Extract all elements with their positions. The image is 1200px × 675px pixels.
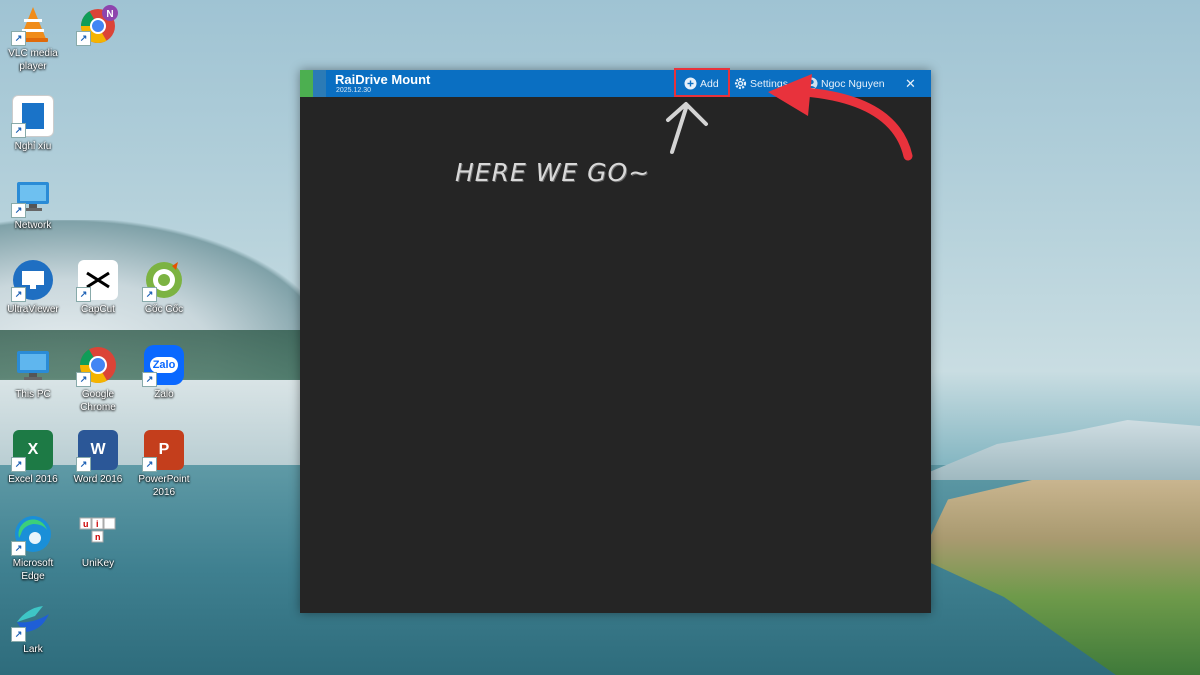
desktop-icon-label: Word 2016 [73,474,123,485]
shortcut-arrow-icon: ↗ [142,287,157,302]
document-icon: ↗ [11,95,54,138]
svg-text:N: N [106,9,113,20]
desktop-icon-unikey[interactable]: uin UniKey [67,514,129,570]
gear-icon [734,77,747,90]
excel-icon: X ↗ [11,430,53,472]
shortcut-arrow-icon: ↗ [11,627,26,642]
desktop-icon-label: CapCut [81,304,115,315]
desktop-icon-label: Nghỉ xíu [14,141,52,152]
version-label: 2025.12.30 [336,87,372,94]
window-title: RaiDrive Mount [335,72,431,87]
desktop-icon-coccoc[interactable]: ↗ Cốc Cốc [133,260,195,316]
ultraviewer-icon: ↗ [11,260,53,302]
annotation-text: HERE WE GO~ [455,158,651,187]
shortcut-arrow-icon: ↗ [76,31,91,46]
desktop-icon-capcut[interactable]: ↗ CapCut [67,260,129,316]
shortcut-arrow-icon: ↗ [11,31,26,46]
desktop-icon-lark[interactable]: ↗ Lark [2,600,64,656]
wallpaper-mountain [910,420,1200,480]
shortcut-arrow-icon: ↗ [142,457,157,472]
svg-text:i: i [96,519,99,529]
shortcut-arrow-icon: ↗ [11,457,26,472]
desktop-icon-label: This PC [15,389,51,400]
close-icon: ✕ [905,75,916,91]
this-pc-icon [13,345,53,385]
raidrive-logo-icon [300,70,313,97]
close-button[interactable]: ✕ [905,75,916,92]
settings-button[interactable]: Settings [734,75,788,92]
desktop-icon-label: Microsoft Edge [12,558,54,582]
desktop-icon-excel[interactable]: X ↗ Excel 2016 [2,430,64,486]
desktop-icon-label: VLC media player [8,48,58,72]
shortcut-arrow-icon: ↗ [11,541,26,556]
network-icon: ↗ [11,176,53,218]
desktop-icon-label: Cốc Cốc [144,304,184,315]
desktop-icon-powerpoint[interactable]: P ↗ PowerPoint 2016 [133,430,195,499]
title-bar[interactable]: RaiDrive Mount 2025.12.30 Add Settings N… [300,70,931,97]
desktop-icon-this-pc[interactable]: This PC [2,345,64,401]
unikey-icon: uin [78,514,118,554]
zalo-icon: Zalo ↗ [142,345,184,387]
vlc-icon: ↗ [11,4,53,46]
user-account-button[interactable]: Ngoc Nguyen [805,75,885,92]
edge-icon: ↗ [11,514,53,556]
shortcut-arrow-icon: ↗ [76,457,91,472]
coccoc-icon: ↗ [142,260,184,302]
desktop-icon-label: Excel 2016 [8,474,58,485]
desktop-icon-ultraviewer[interactable]: ↗ UltraViewer [2,260,64,316]
shortcut-arrow-icon: ↗ [76,287,91,302]
shortcut-arrow-icon: ↗ [11,123,26,138]
desktop-icon-chrome-profile[interactable]: N ↗ [67,4,129,47]
desktop-icon-google-chrome[interactable]: ↗ Google Chrome [67,345,129,414]
desktop-icon-label: UltraViewer [7,304,59,315]
shortcut-arrow-icon: ↗ [142,372,157,387]
shortcut-arrow-icon: ↗ [11,203,26,218]
desktop-icon-label: Google Chrome [80,389,116,413]
desktop-icon-network[interactable]: ↗ Network [2,176,64,232]
capcut-icon: ↗ [76,260,118,302]
desktop-icon-label: Zalo [154,389,174,400]
desktop-icon-vlc[interactable]: ↗ VLC media player [2,4,64,73]
desktop-icon-label: Network [14,220,52,231]
powerpoint-icon: P ↗ [142,430,184,472]
settings-label: Settings [750,77,788,90]
desktop-icon-label: UniKey [81,558,115,569]
chrome-icon: ↗ [76,345,118,387]
desktop-icon-label: Lark [23,644,43,655]
raidrive-window: RaiDrive Mount 2025.12.30 Add Settings N… [300,70,931,613]
svg-text:n: n [95,532,101,542]
raidrive-logo-accent [313,70,326,97]
add-button-highlight-box [674,68,730,97]
desktop-icon-edge[interactable]: ↗ Microsoft Edge [2,514,64,583]
desktop-icon-nghi-xiu[interactable]: ↗ Nghỉ xíu [2,95,64,153]
shortcut-arrow-icon: ↗ [11,287,26,302]
word-icon: W ↗ [76,430,118,472]
desktop-icon-zalo[interactable]: Zalo ↗ Zalo [133,345,195,401]
chrome-profile-icon: N ↗ [76,4,118,46]
user-name-label: Ngoc Nguyen [821,77,885,90]
lark-icon: ↗ [11,600,53,642]
user-icon [805,77,818,90]
desktop-icon-label: PowerPoint 2016 [138,474,190,498]
desktop-icon-word[interactable]: W ↗ Word 2016 [67,430,129,486]
svg-text:u: u [83,519,89,529]
shortcut-arrow-icon: ↗ [76,372,91,387]
